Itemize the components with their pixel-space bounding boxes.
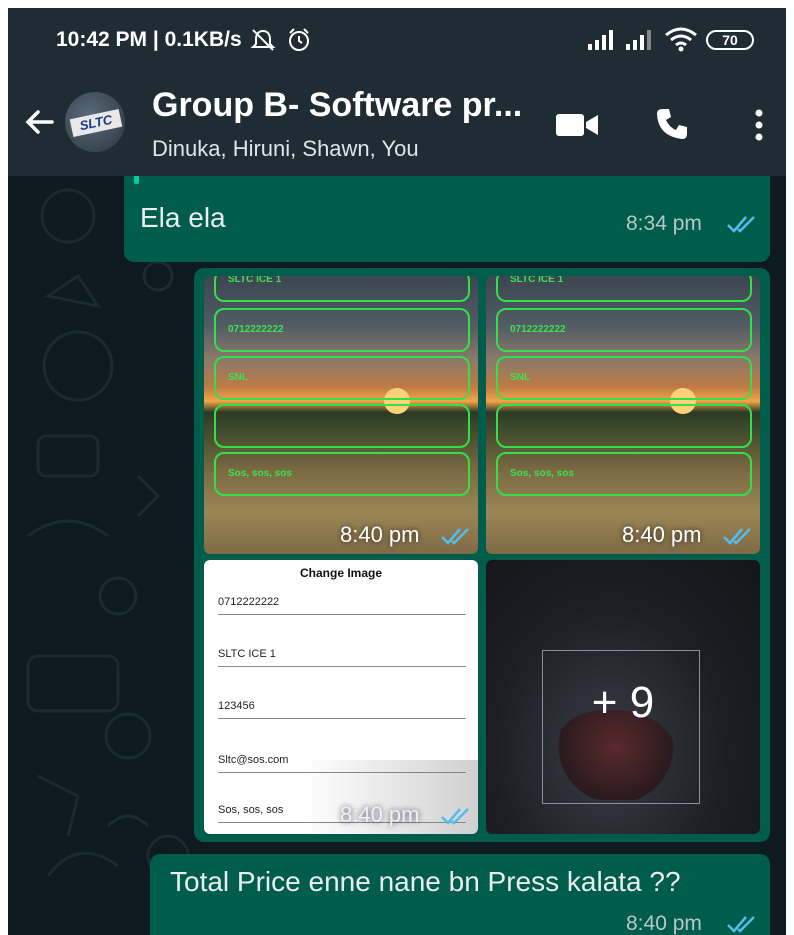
form-field-box bbox=[496, 404, 752, 448]
photo-time: 8:40 pm bbox=[622, 522, 702, 547]
message-text: Total Price enne nane bn Press kalata ?? bbox=[170, 866, 681, 897]
chat-header: SLTC Group B- Software pr... Dinuka, Hir… bbox=[8, 70, 786, 176]
form-field: 0712222222 bbox=[218, 596, 466, 615]
signal-1-icon bbox=[588, 30, 613, 50]
group-members[interactable]: Dinuka, Hiruni, Shawn, You bbox=[152, 136, 419, 162]
sltc-logo: SLTC bbox=[69, 108, 123, 138]
message-bubble-1[interactable]: Ela ela 8:34 pm bbox=[124, 176, 770, 262]
form-field-box: SNL bbox=[496, 356, 752, 400]
video-call-icon[interactable] bbox=[556, 110, 600, 140]
more-options-icon[interactable] bbox=[752, 108, 766, 142]
form-field-box: Sos, sos, sos bbox=[214, 452, 470, 496]
form-field-box: Sos, sos, sos bbox=[496, 452, 752, 496]
group-title[interactable]: Group B- Software pr... bbox=[152, 86, 522, 125]
form-field-box: SNL bbox=[214, 356, 470, 400]
wifi-icon bbox=[665, 27, 697, 52]
read-receipt-icon bbox=[441, 808, 469, 825]
photo-time: 8:40 pm bbox=[340, 522, 420, 547]
read-receipt-icon bbox=[441, 528, 469, 545]
message-bubble-2[interactable]: Total Price enne nane bn Press kalata ??… bbox=[150, 854, 770, 935]
form-field-box bbox=[214, 404, 470, 448]
status-bar: 10:42 PM | 0.1KB/s 70 bbox=[8, 8, 786, 70]
form-field-box: SLTC ICE 1 bbox=[496, 276, 752, 302]
back-arrow-icon[interactable] bbox=[22, 104, 58, 140]
album-photo-more[interactable]: + 9 bbox=[486, 560, 760, 834]
signal-2-icon bbox=[626, 30, 651, 50]
alarm-icon bbox=[289, 28, 309, 51]
voice-call-icon[interactable] bbox=[654, 106, 690, 142]
photo-album-bubble[interactable]: SLTC ICE 1 0712222222 SNL Sos, sos, sos … bbox=[194, 268, 770, 842]
form-field: SLTC ICE 1 bbox=[218, 648, 466, 667]
mute-notifications-icon bbox=[250, 29, 276, 51]
read-receipt-icon bbox=[723, 528, 751, 545]
form-field-box: 0712222222 bbox=[496, 308, 752, 352]
album-photo-2[interactable]: SLTC ICE 1 0712222222 SNL Sos, sos, sos … bbox=[486, 276, 760, 554]
status-time: 10:42 PM | 0.1KB/s bbox=[56, 28, 242, 51]
quoted-reply-bar bbox=[134, 176, 139, 184]
form-title: Change Image bbox=[299, 566, 383, 580]
phone-screen: 10:42 PM | 0.1KB/s 70 SLTC Group B- Soft… bbox=[8, 8, 786, 935]
form-field-box: 0712222222 bbox=[214, 308, 470, 352]
read-receipt-icon bbox=[727, 216, 755, 233]
battery-icon: 70 bbox=[706, 30, 754, 50]
form-field: 123456 bbox=[218, 700, 466, 719]
battery-level: 70 bbox=[722, 32, 738, 48]
read-receipt-icon bbox=[727, 916, 755, 933]
group-avatar[interactable]: SLTC bbox=[65, 92, 125, 152]
form-field-box: SLTC ICE 1 bbox=[214, 276, 470, 302]
message-text: Ela ela bbox=[140, 202, 226, 233]
message-time: 8:40 pm bbox=[626, 912, 702, 935]
album-photo-3[interactable]: Change Image 0712222222 SLTC ICE 1 12345… bbox=[204, 560, 478, 834]
photo-time: 8:40 pm bbox=[340, 802, 420, 827]
chat-area[interactable]: Ela ela 8:34 pm SLTC ICE 1 0712222222 SN… bbox=[8, 176, 786, 935]
album-photo-1[interactable]: SLTC ICE 1 0712222222 SNL Sos, sos, sos … bbox=[204, 276, 478, 554]
more-photos-count: + 9 bbox=[591, 678, 655, 727]
message-time: 8:34 pm bbox=[626, 212, 702, 235]
